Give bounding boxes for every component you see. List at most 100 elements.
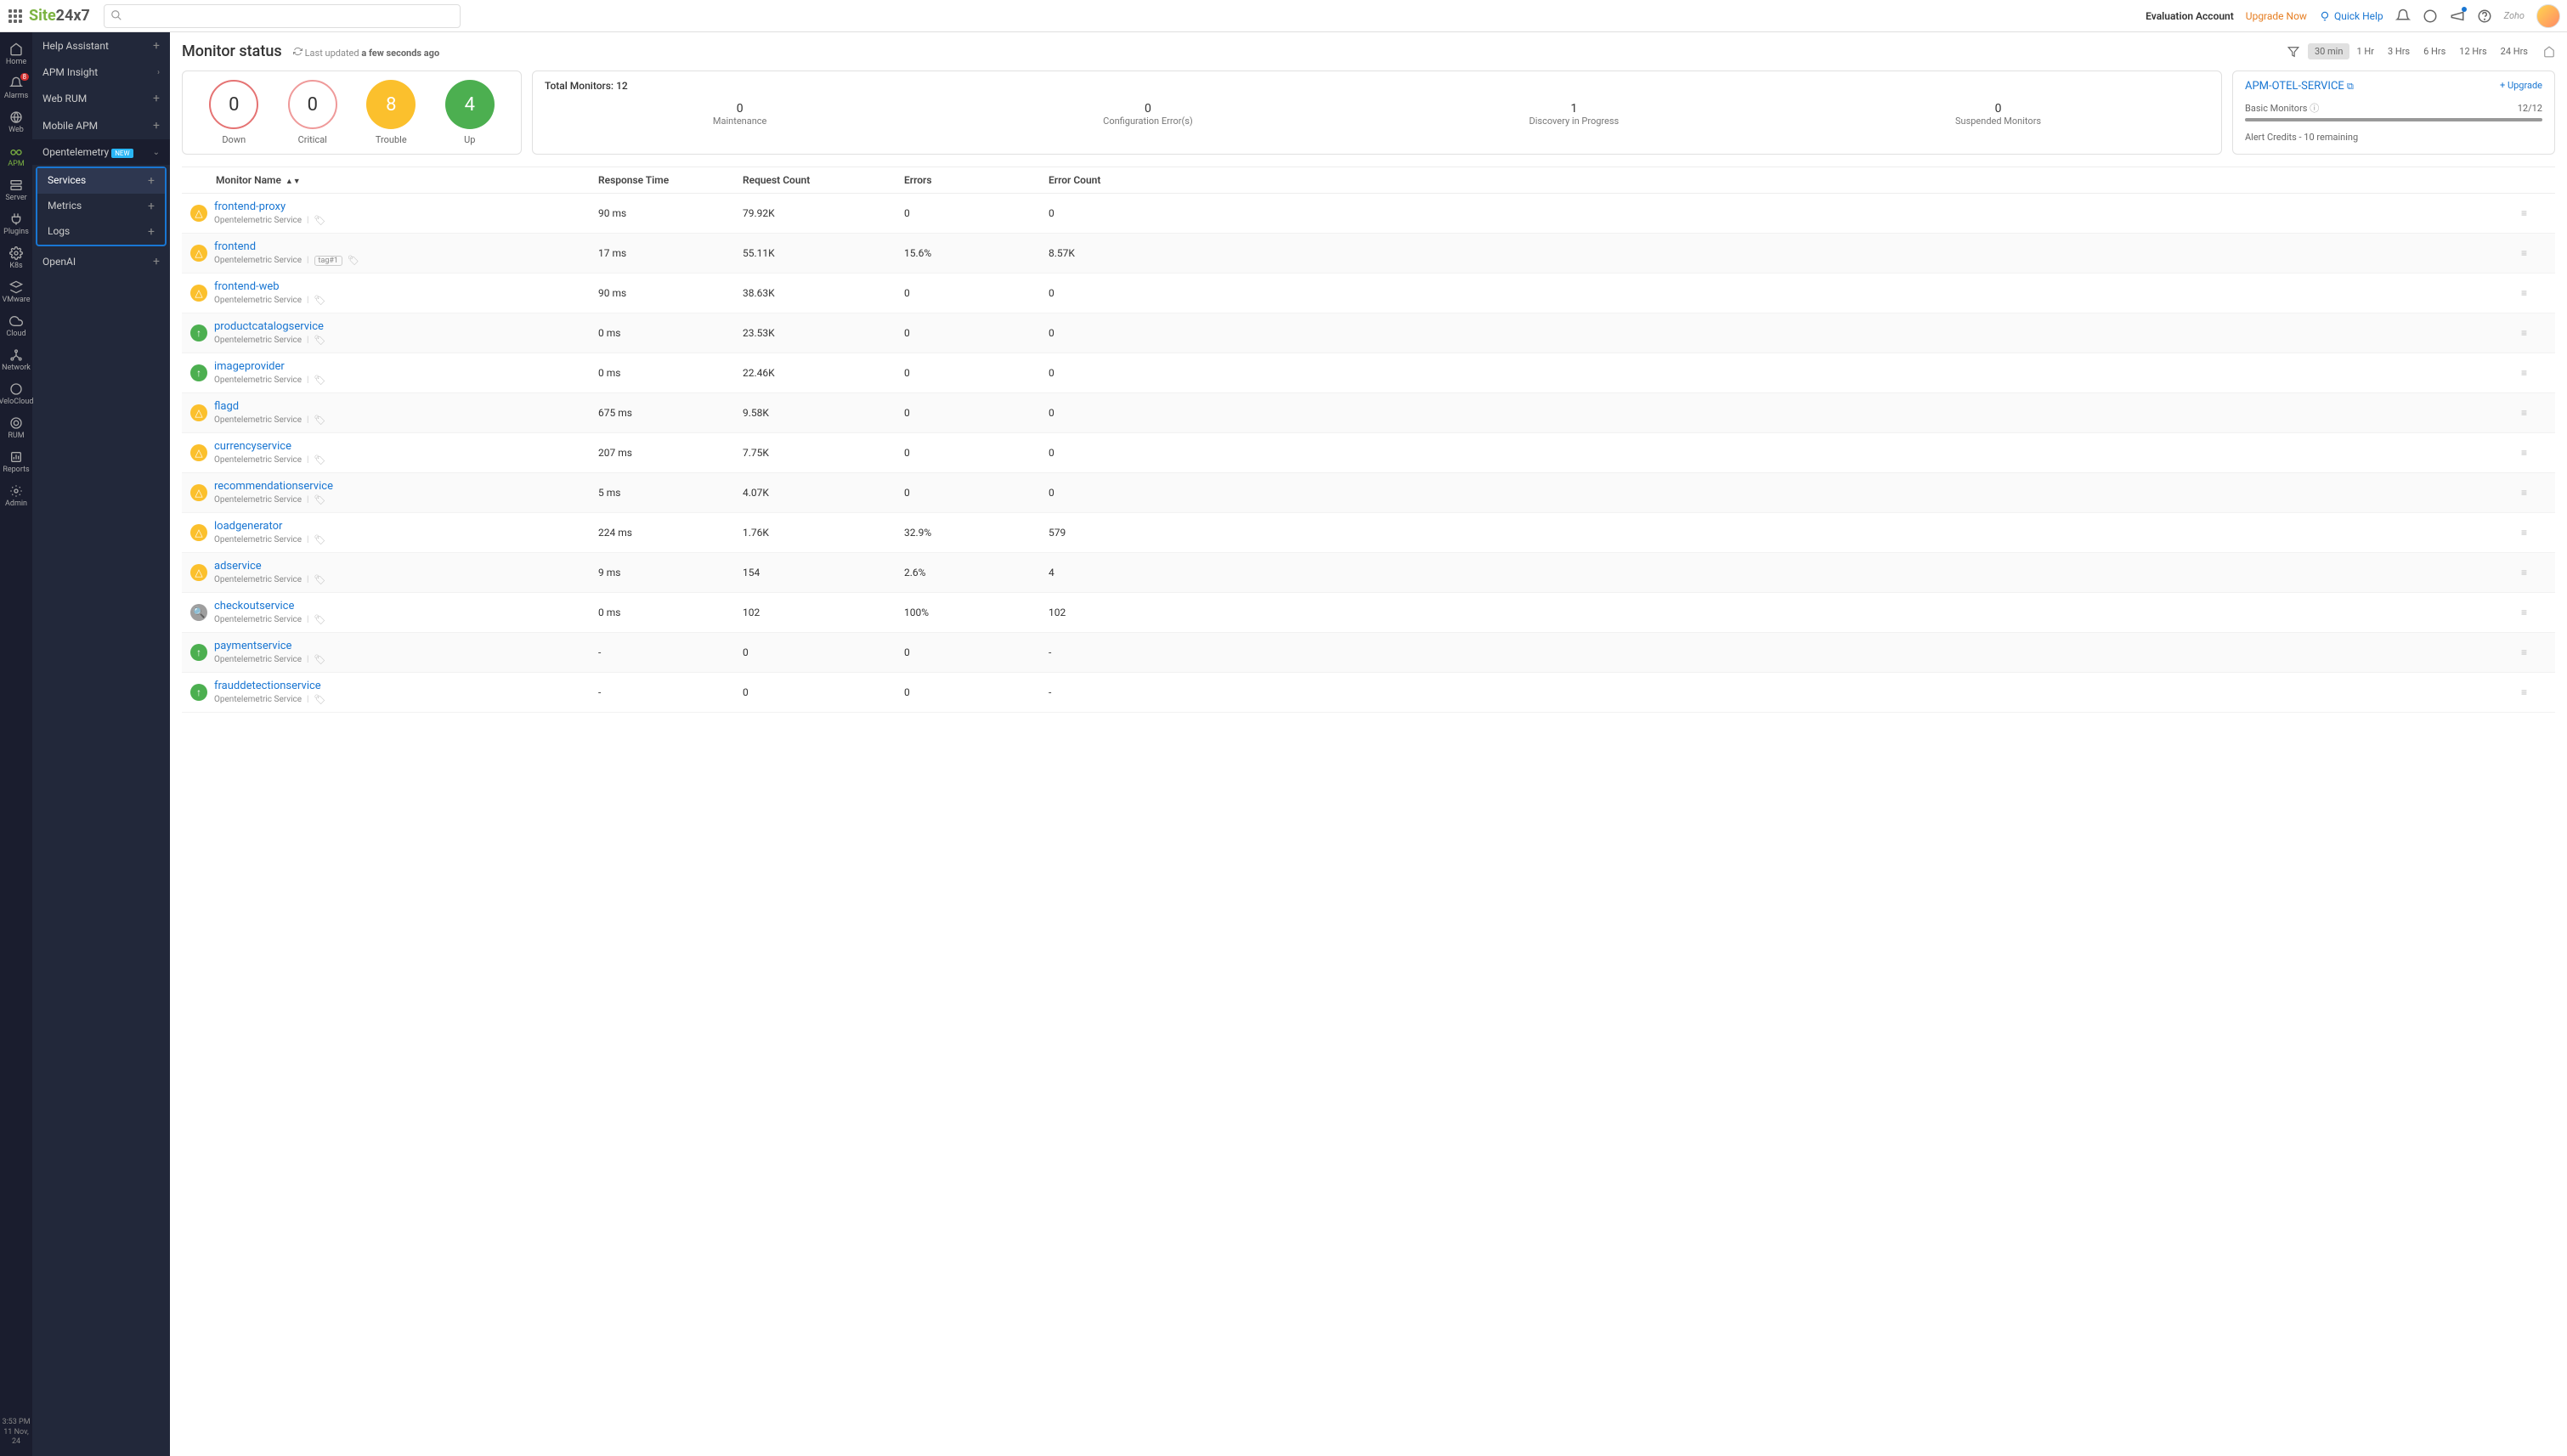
row-menu-icon[interactable]: ≡ [2521,567,2547,578]
monitor-link[interactable]: imageprovider [214,360,325,373]
row-menu-icon[interactable]: ≡ [2521,686,2547,698]
tag-icon[interactable]: 🏷 [314,654,326,665]
help-icon[interactable] [2477,8,2492,24]
tag-icon[interactable]: 🏷 [314,614,326,625]
status-critical[interactable]: 0Critical [288,80,337,145]
status-trouble[interactable]: 8Trouble [366,80,416,145]
time-range-6Hrs[interactable]: 6 Hrs [2417,43,2452,59]
rail-server[interactable]: Server [0,173,32,207]
row-menu-icon[interactable]: ≡ [2521,407,2547,419]
rail-admin[interactable]: Admin [0,479,32,513]
time-range-24Hrs[interactable]: 24 Hrs [2494,43,2535,59]
plus-icon[interactable]: + [153,39,160,53]
monitor-link[interactable]: flagd [214,400,325,413]
monitor-link[interactable]: checkoutservice [214,600,325,612]
quick-help-link[interactable]: Quick Help [2319,10,2383,22]
monitor-link[interactable]: currencyservice [214,440,325,453]
rail-rum[interactable]: RUM [0,411,32,445]
apps-grid-icon[interactable] [7,8,24,25]
tag-icon[interactable]: 🏷 [314,494,326,505]
filter-icon[interactable] [2287,46,2299,58]
row-menu-icon[interactable]: ≡ [2521,607,2547,618]
info-icon[interactable]: ⓘ [2310,103,2319,114]
col-monitor-name[interactable]: Monitor Name ▲▼ [190,174,598,186]
sidebar-item-apm-insight[interactable]: APM Insight› [32,59,170,85]
plus-icon[interactable]: + [148,225,155,239]
tag-icon[interactable]: 🏷 [314,534,326,545]
monitor-link[interactable]: frontend-proxy [214,200,325,213]
rail-k8s[interactable]: K8s [0,241,32,275]
pin-icon[interactable] [2543,46,2555,58]
col-errors[interactable]: Errors [904,174,1049,186]
monitor-link[interactable]: frauddetectionservice [214,680,325,692]
rail-velocloud[interactable]: VeloCloud [0,377,32,411]
plus-icon[interactable]: + [148,174,155,188]
plus-icon[interactable]: + [148,200,155,213]
row-menu-icon[interactable]: ≡ [2521,287,2547,299]
col-error-count[interactable]: Error Count [1049,174,2521,186]
status-up[interactable]: 4Up [445,80,495,145]
row-menu-icon[interactable]: ≡ [2521,207,2547,219]
apm-service-link[interactable]: APM-OTEL-SERVICE ⧉ [2245,80,2354,93]
tag-chip[interactable]: tag#1 [314,256,343,266]
sidebar-sub-metrics[interactable]: Metrics+ [37,194,165,219]
tag-icon[interactable]: 🏷 [314,375,326,386]
tag-icon[interactable]: 🏷 [314,335,326,346]
rail-home[interactable]: Home [0,37,32,71]
tag-icon[interactable]: 🏷 [314,574,326,585]
rail-web[interactable]: Web [0,105,32,139]
sidebar-item-web-rum[interactable]: Web RUM+ [32,85,170,112]
sidebar-item-openai[interactable]: OpenAI+ [32,248,170,275]
upgrade-link-card[interactable]: + Upgrade [2500,80,2542,91]
sidebar-item-help-assistant[interactable]: Help Assistant+ [32,32,170,59]
tag-icon[interactable]: 🏷 [314,215,326,226]
row-menu-icon[interactable]: ≡ [2521,367,2547,379]
row-menu-icon[interactable]: ≡ [2521,527,2547,539]
monitor-link[interactable]: recommendationservice [214,480,333,493]
monitor-link[interactable]: adservice [214,560,325,573]
refresh-icon[interactable] [293,47,302,56]
shield-icon[interactable] [2423,8,2438,24]
rail-plugins[interactable]: Plugins [0,207,32,241]
status-down[interactable]: 0Down [209,80,258,145]
sidebar-item-mobile-apm[interactable]: Mobile APM+ [32,112,170,139]
upgrade-link[interactable]: Upgrade Now [2246,10,2307,22]
row-menu-icon[interactable]: ≡ [2521,447,2547,459]
row-menu-icon[interactable]: ≡ [2521,487,2547,499]
plus-icon[interactable]: + [153,92,160,105]
announcement-icon[interactable] [2450,8,2465,24]
plus-icon[interactable]: + [153,255,160,268]
rail-reports[interactable]: Reports [0,445,32,479]
monitor-link[interactable]: frontend [214,240,359,253]
tag-icon[interactable]: 🏷 [314,415,326,426]
rail-network[interactable]: Network [0,343,32,377]
tag-icon[interactable]: 🏷 [314,454,326,466]
avatar[interactable] [2536,4,2560,28]
row-menu-icon[interactable]: ≡ [2521,646,2547,658]
rail-alarms[interactable]: Alarms8 [0,71,32,105]
time-range-12Hrs[interactable]: 12 Hrs [2452,43,2493,59]
rail-cloud[interactable]: Cloud [0,309,32,343]
monitor-link[interactable]: productcatalogservice [214,320,325,333]
col-response-time[interactable]: Response Time [598,174,743,186]
rail-vmware[interactable]: VMware [0,275,32,309]
tag-icon[interactable]: 🏷 [348,255,359,266]
monitor-link[interactable]: loadgenerator [214,520,325,533]
plus-icon[interactable]: + [153,119,160,133]
time-range-3Hrs[interactable]: 3 Hrs [2381,43,2417,59]
monitor-link[interactable]: frontend-web [214,280,325,293]
rail-apm[interactable]: APM [0,139,32,173]
time-range-30min[interactable]: 30 min [2308,43,2350,59]
search-input[interactable] [104,4,461,28]
row-menu-icon[interactable]: ≡ [2521,327,2547,339]
sidebar-item-opentelemetry[interactable]: Opentelemetry NEW⌄ [32,139,170,165]
monitor-link[interactable]: paymentservice [214,640,325,652]
bell-icon[interactable] [2395,8,2411,24]
col-request-count[interactable]: Request Count [743,174,904,186]
sidebar-sub-services[interactable]: Services+ [37,168,165,194]
tag-icon[interactable]: 🏷 [314,694,326,705]
tag-icon[interactable]: 🏷 [314,295,326,306]
sidebar-sub-logs[interactable]: Logs+ [37,219,165,245]
row-menu-icon[interactable]: ≡ [2521,247,2547,259]
time-range-1Hr[interactable]: 1 Hr [2349,43,2381,59]
